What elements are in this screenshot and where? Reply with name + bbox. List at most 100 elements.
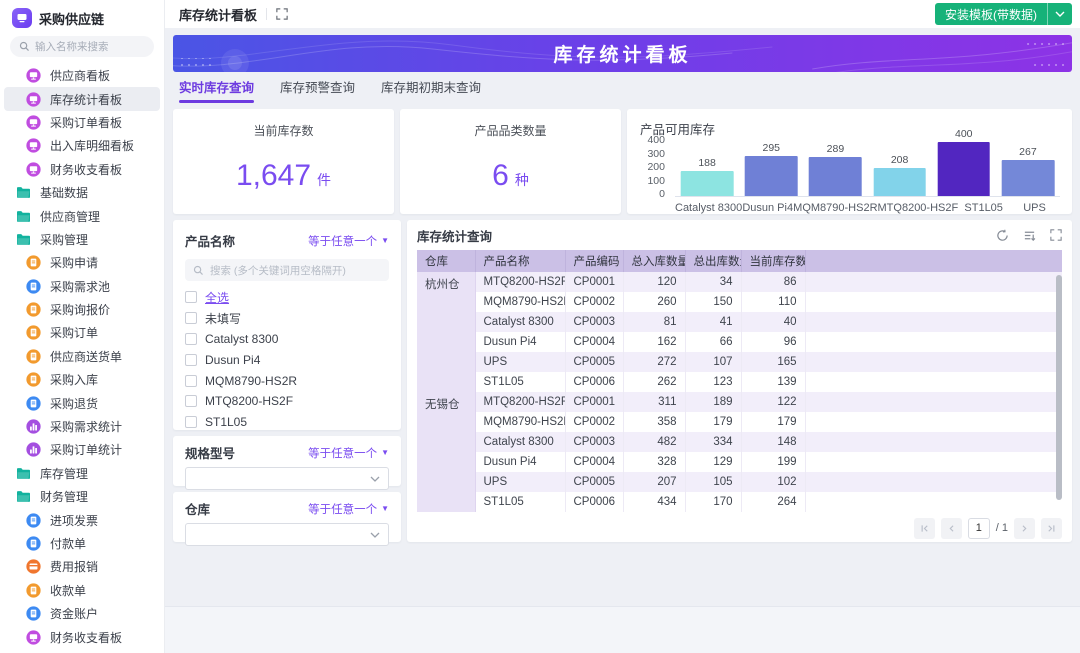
sidebar-item-group-7[interactable]: 采购管理 [4, 228, 160, 251]
search-icon [193, 265, 204, 276]
chart-bar-slot: 267 [996, 143, 1060, 196]
table-row: 杭州仓 MTQ8200-HS2F CP0001 120 34 86 [417, 272, 1062, 392]
sidebar-search-input[interactable]: 输入名称来搜索 [10, 36, 154, 57]
sidebar-item-group-6[interactable]: 供应商管理 [4, 204, 160, 227]
product-code-cell: CP0003 [565, 312, 624, 332]
sidebar-item-22[interactable]: 收款单 [4, 579, 160, 602]
chart-title: 产品可用库存 [640, 123, 716, 137]
total-in-cell: 328 [623, 452, 686, 472]
sidebar-item-20[interactable]: 付款单 [4, 532, 160, 555]
checkbox[interactable] [185, 312, 197, 325]
filter-operator-dropdown[interactable]: 等于任意一个 ▼ [308, 501, 389, 517]
first-page-button[interactable] [913, 517, 935, 539]
total-out-cell: 107 [685, 352, 742, 372]
sidebar-item-group-5[interactable]: 基础数据 [4, 181, 160, 204]
current-stock-cell: 139 [741, 372, 806, 392]
filter-title: 仓库 [185, 503, 211, 517]
sidebar-item-16[interactable]: 采购订单统计 [4, 438, 160, 461]
current-stock-cell: 148 [741, 432, 806, 452]
sidebar-item-4[interactable]: 财务收支看板 [4, 158, 160, 181]
prev-page-button[interactable] [940, 517, 962, 539]
content-area: 库存统计看板 实时库存查询 库存预警查询 库存期初期末查询 当前库存数 1,647 … [165, 28, 1080, 607]
total-in-cell: 207 [623, 472, 686, 492]
checkbox[interactable] [185, 395, 197, 408]
sidebar-item-21[interactable]: 费用报销 [4, 555, 160, 578]
next-page-button[interactable] [1014, 517, 1035, 539]
chart-category-label: MQM8790-HS2R [793, 202, 878, 214]
filter-operator-dropdown[interactable]: 等于任意一个 ▼ [308, 445, 389, 461]
filter-search-input[interactable]: 搜索 (多个关键词用空格隔开) [185, 259, 389, 281]
spec-select[interactable] [185, 467, 389, 490]
sidebar-item-label: 费用报销 [50, 560, 99, 575]
doc-icon [26, 583, 41, 598]
warehouse-group-cell: 杭州仓 [417, 272, 476, 392]
sidebar-item-label: 采购订单统计 [50, 443, 123, 458]
total-in-cell: 482 [623, 432, 686, 452]
sidebar-item-19[interactable]: 进项发票 [4, 508, 160, 531]
install-template-button[interactable]: 安装模板(带数据) [935, 3, 1072, 25]
sidebar-item-label: 财务收支看板 [50, 162, 123, 177]
sidebar-item-24[interactable]: 财务收支看板 [4, 625, 160, 648]
warehouse-group-cell: 无锡仓 [417, 392, 476, 512]
tab-bar: 实时库存查询 库存预警查询 库存期初期末查询 [173, 72, 1072, 103]
sidebar-item-10[interactable]: 采购询报价 [4, 298, 160, 321]
last-page-button[interactable] [1041, 517, 1062, 539]
table-scrollbar[interactable] [1056, 275, 1062, 500]
table-row: 无锡仓 MTQ8200-HS2F CP0001 311 189 122 [417, 392, 1062, 512]
sidebar-item-1[interactable]: 库存统计看板 [4, 87, 160, 111]
sidebar-item-8[interactable]: 采购申请 [4, 251, 160, 274]
current-stock-cell: 86 [741, 272, 806, 292]
fullscreen-icon[interactable] [276, 8, 288, 20]
filter-option-2[interactable]: Catalyst 8300 [185, 329, 389, 350]
sidebar-item-group-17[interactable]: 库存管理 [4, 462, 160, 485]
sidebar-item-9[interactable]: 采购需求池 [4, 275, 160, 298]
tab-2[interactable]: 库存期初期末查询 [381, 77, 481, 96]
chart-bar-slot: 295 [739, 142, 803, 196]
tab-0[interactable]: 实时库存查询 [179, 77, 255, 103]
tab-1[interactable]: 库存预警查询 [280, 77, 355, 96]
y-tick-label: 300 [647, 147, 665, 160]
warehouse-select[interactable] [185, 523, 389, 546]
total-in-cell: 162 [623, 332, 686, 352]
chart-category-label: Catalyst 8300 [675, 202, 743, 214]
sidebar-item-23[interactable]: 资金账户 [4, 602, 160, 625]
filter-option-5[interactable]: MTQ8200-HS2F [185, 391, 389, 412]
sidebar-item-0[interactable]: 供应商看板 [4, 64, 160, 87]
sidebar-item-group-18[interactable]: 财务管理 [4, 485, 160, 508]
filter-option-6[interactable]: ST1L05 [185, 412, 389, 433]
sidebar-item-12[interactable]: 供应商送货单 [4, 345, 160, 368]
sidebar-item-label: 采购订单看板 [50, 115, 123, 130]
checkbox[interactable] [185, 416, 197, 429]
total-out-cell: 105 [685, 472, 742, 492]
sidebar-item-14[interactable]: 采购退货 [4, 391, 160, 414]
filter-option-4[interactable]: MQM8790-HS2R [185, 370, 389, 391]
sidebar-item-15[interactable]: 采购需求统计 [4, 415, 160, 438]
sidebar-item-13[interactable]: 采购入库 [4, 368, 160, 391]
sidebar-item-11[interactable]: 采购订单 [4, 321, 160, 344]
filter-column: 产品名称 等于任意一个 ▼ 搜索 (多个关键词用空格隔开) 全选 未填写 Cat… [173, 220, 401, 546]
current-page-input[interactable]: 1 [967, 517, 990, 539]
filter-operator-dropdown[interactable]: 等于任意一个 ▼ [308, 233, 389, 249]
product-code-cell: CP0003 [565, 432, 624, 452]
fullscreen-icon[interactable] [1050, 229, 1062, 241]
table-row: Dusun Pi4 CP0004 162 66 96 [417, 332, 1062, 352]
filter-option-0[interactable]: 全选 [185, 287, 389, 308]
checkbox[interactable] [185, 291, 197, 304]
refresh-icon[interactable] [996, 229, 1009, 242]
doc-icon [26, 255, 41, 270]
checkbox[interactable] [185, 353, 197, 366]
sidebar-item-3[interactable]: 出入库明细看板 [4, 134, 160, 157]
filter-option-1[interactable]: 未填写 [185, 308, 389, 329]
filter-option-label: MQM8790-HS2R [205, 373, 298, 388]
product-code-cell: CP0001 [565, 392, 624, 412]
inventory-table-panel: 库存统计查询 仓库 产品名称 产品编码 总入库数量 总出库数 当前库存 杭州仓 … [407, 220, 1072, 542]
chevron-down-icon [370, 532, 380, 538]
row-settings-icon[interactable] [1023, 229, 1036, 242]
filter-option-3[interactable]: Dusun Pi4 [185, 349, 389, 370]
sidebar-item-2[interactable]: 采购订单看板 [4, 111, 160, 134]
checkbox[interactable] [185, 332, 197, 345]
dashboard-icon [26, 68, 41, 83]
chevron-down-icon[interactable] [1048, 11, 1072, 17]
dashboard-icon [26, 138, 41, 153]
checkbox[interactable] [185, 374, 197, 387]
